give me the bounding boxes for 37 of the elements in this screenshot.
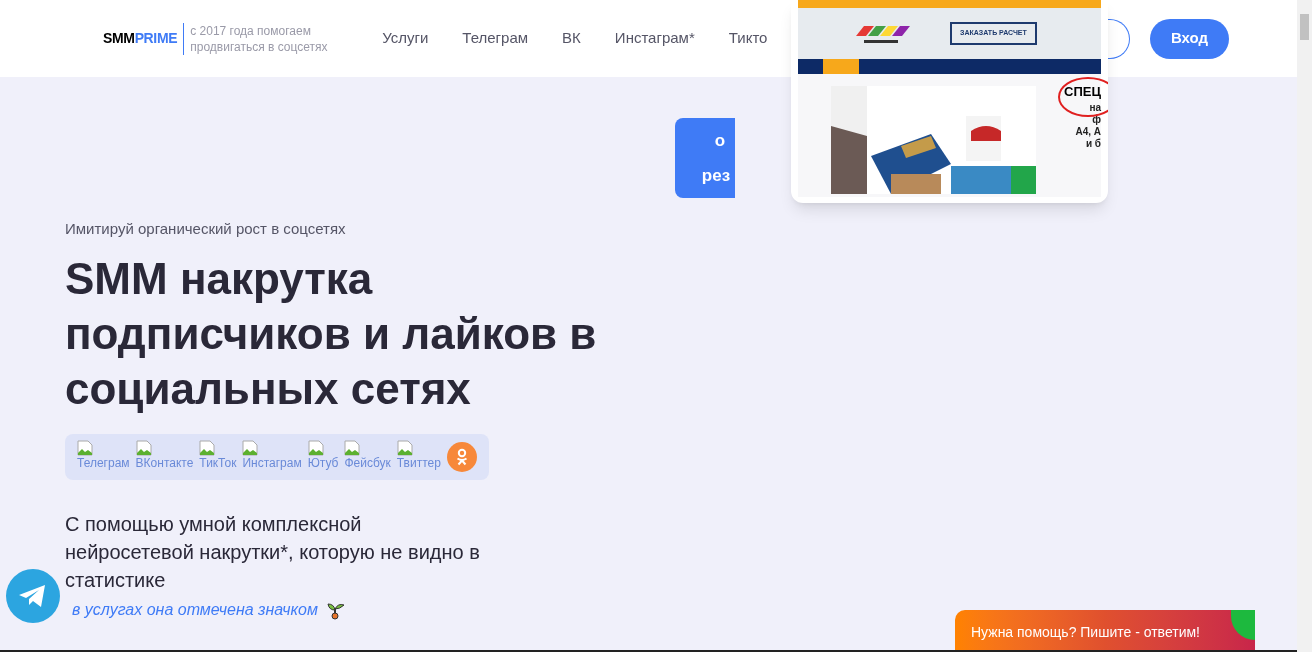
broken-image-icon	[307, 439, 324, 456]
image-alt-text: Телеграм	[77, 455, 130, 471]
nav-link[interactable]: Инстаграм*	[614, 27, 695, 50]
broken-image-icon	[242, 439, 259, 456]
promo-text: и б	[1085, 138, 1101, 150]
image-alt-text: Инстаграм	[242, 455, 302, 471]
broken-image-icon	[344, 439, 361, 456]
promo-text: ф	[1092, 114, 1101, 126]
chat-widget[interactable]: Нужна помощь? Пишите - ответим!	[955, 610, 1255, 652]
image-alt-text: Твиттер	[396, 455, 441, 471]
broken-image-icon	[199, 439, 216, 456]
description-text: С помощью умной комплексной нейросетевой накрутки*, которую не видно в статистике	[65, 511, 481, 593]
promo-text: на	[1089, 102, 1101, 114]
broken-image-icon	[77, 439, 93, 456]
promo-heading: СПЕЦ	[1064, 83, 1101, 101]
login-button[interactable]: Вход	[1150, 18, 1229, 59]
nav-link[interactable]: Услуги	[382, 27, 429, 50]
image-alt-text: Фейсбук	[344, 455, 391, 471]
image-alt-text: ТикТок	[199, 455, 237, 471]
scrollbar[interactable]	[1297, 0, 1312, 652]
nav-link[interactable]: Телеграм	[462, 27, 529, 50]
broken-image-icon	[135, 439, 152, 456]
footnote-text: в услугах она отмечена значком	[72, 599, 318, 620]
image-alt-text: Ютуб	[307, 455, 339, 471]
tagline: с 2017 года помогаем продвигаться в соцсетях	[190, 22, 329, 55]
nav-link[interactable]: Тикто	[728, 27, 768, 50]
telegram-icon[interactable]	[6, 569, 60, 623]
promo-text: А4, А	[1075, 126, 1101, 138]
broken-image-icon	[396, 439, 413, 456]
status-corner	[1231, 610, 1255, 640]
image-alt-text: ВКонтакте	[135, 455, 194, 471]
nav-link[interactable]: ВК	[562, 27, 581, 50]
eyebrow-text: Имитируй органический рост в соцсетях	[65, 219, 347, 239]
hero-title: SMM накрутка подписчиков и лайков в социальных сетях	[65, 252, 598, 415]
odnoklassniki-icon[interactable]	[446, 441, 477, 472]
action-button[interactable]: о рез	[675, 118, 735, 198]
logo[interactable]: SMMPRIME	[103, 28, 178, 49]
